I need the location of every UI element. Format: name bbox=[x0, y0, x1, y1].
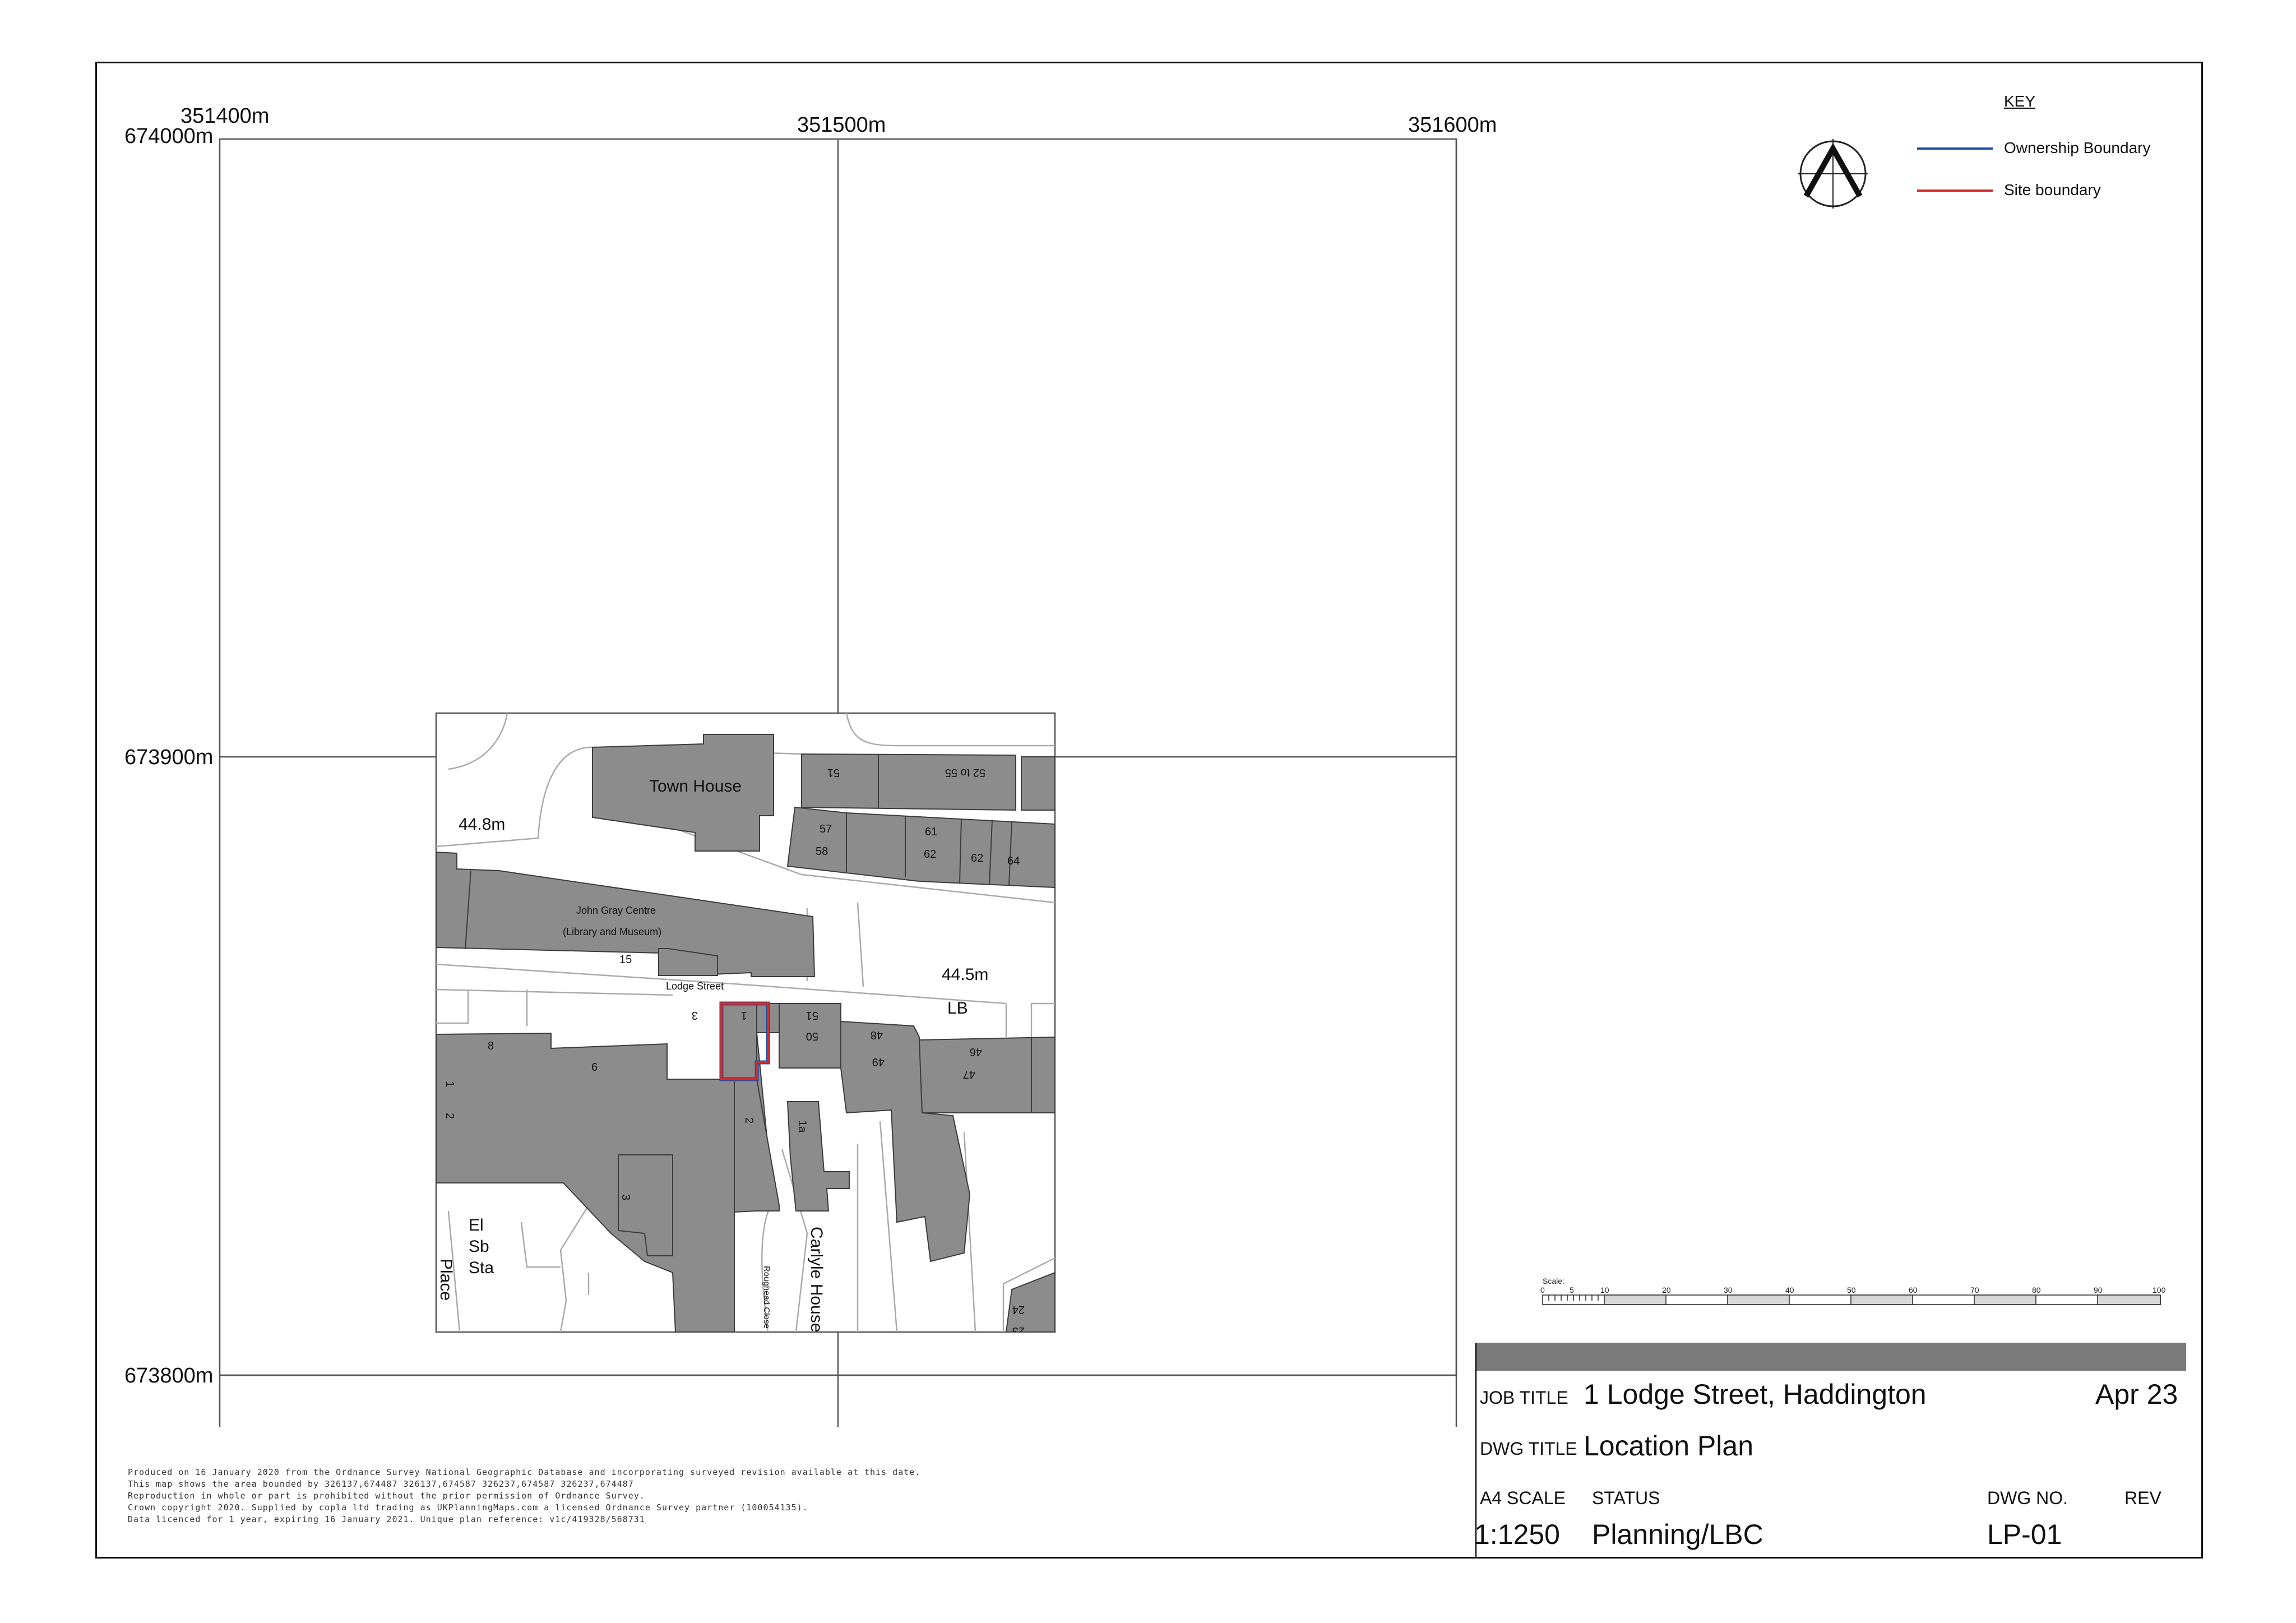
title-block-band bbox=[1476, 1343, 2186, 1371]
label-sb: Sb bbox=[469, 1237, 489, 1256]
label-6: 6 bbox=[591, 1061, 598, 1074]
label-height-east: 44.5m bbox=[942, 965, 988, 984]
scale-tick-30: 30 bbox=[1724, 1286, 1733, 1294]
dwg-no-label: DWG NO. bbox=[1987, 1488, 2068, 1508]
label-place: Place bbox=[437, 1259, 455, 1301]
label-51-top: 51 bbox=[827, 766, 840, 779]
scale-bar bbox=[1542, 1294, 2161, 1305]
label-1a: 1a bbox=[796, 1120, 808, 1133]
label-23: 23 bbox=[1012, 1325, 1025, 1337]
label-46: 46 bbox=[970, 1046, 982, 1058]
label-24: 24 bbox=[1012, 1303, 1025, 1316]
scale-tick-80: 80 bbox=[2032, 1286, 2041, 1294]
label-john-gray-1: John Gray Centre bbox=[576, 905, 656, 916]
label-height-west: 44.8m bbox=[459, 815, 505, 834]
footer-line-3: Reproduction in whole or part is prohibi… bbox=[128, 1491, 645, 1501]
label-1-site: 1 bbox=[741, 1009, 747, 1021]
label-el: El bbox=[469, 1216, 484, 1234]
status-value: Planning/LBC bbox=[1592, 1519, 1763, 1550]
label-1-west: 1 bbox=[443, 1081, 456, 1087]
key-title: KEY bbox=[2004, 93, 2036, 110]
label-sta: Sta bbox=[469, 1259, 494, 1277]
northing-label-673800: 673800m bbox=[124, 1364, 214, 1388]
scale-tick-0: 0 bbox=[1540, 1286, 1545, 1294]
label-50: 50 bbox=[806, 1030, 818, 1042]
footer-line-5: Data licenced for 1 year, expiring 16 Ja… bbox=[128, 1514, 645, 1524]
rev-label: REV bbox=[2124, 1488, 2161, 1508]
scale-tick-60: 60 bbox=[1909, 1286, 1918, 1294]
scale-tick-70: 70 bbox=[1970, 1286, 1979, 1294]
building-east-top bbox=[1021, 756, 1055, 811]
scale-tick-40: 40 bbox=[1785, 1286, 1794, 1294]
scale-bar-labels: Scale: 0 5 10 20 30 40 50 60 70 80 90 10… bbox=[1540, 1277, 2166, 1294]
scale-tick-20: 20 bbox=[1662, 1286, 1671, 1294]
scale-tick-50: 50 bbox=[1847, 1286, 1856, 1294]
label-48: 48 bbox=[871, 1029, 883, 1041]
scale-tick-100: 100 bbox=[2152, 1286, 2166, 1294]
scale-tick-90: 90 bbox=[2094, 1286, 2103, 1294]
northing-label-673900: 673900m bbox=[124, 746, 214, 769]
footer-line-2: This map shows the area bounded by 32613… bbox=[128, 1479, 634, 1489]
footer-line-4: Crown copyright 2020. Supplied by copla … bbox=[128, 1502, 808, 1513]
building-51-55 bbox=[801, 753, 1016, 811]
label-61: 61 bbox=[925, 826, 937, 838]
label-47: 47 bbox=[963, 1068, 975, 1080]
label-51: 51 bbox=[806, 1009, 818, 1021]
label-3-south: 3 bbox=[619, 1194, 632, 1200]
easting-label-351600: 351600m bbox=[1408, 113, 1497, 137]
dwg-title: Location Plan bbox=[1584, 1430, 1754, 1462]
map-extract: Town House 44.8m 44.5m John Gray Centre … bbox=[435, 712, 1056, 1337]
label-64: 64 bbox=[1007, 855, 1020, 867]
status-label: STATUS bbox=[1592, 1488, 1660, 1508]
label-john-gray-2: (Library and Museum) bbox=[563, 926, 661, 937]
northing-label-674000: 674000m bbox=[124, 124, 214, 148]
easting-label-351500: 351500m bbox=[797, 113, 886, 137]
dwg-title-label: DWG TITLE bbox=[1480, 1439, 1577, 1459]
label-62a: 62 bbox=[924, 848, 936, 861]
job-title-label: JOB TITLE bbox=[1480, 1388, 1568, 1408]
label-15: 15 bbox=[619, 954, 632, 966]
label-lb: LB bbox=[947, 999, 968, 1018]
scale-tick-10: 10 bbox=[1600, 1286, 1609, 1294]
label-2-west: 2 bbox=[443, 1113, 456, 1119]
label-57: 57 bbox=[820, 823, 832, 835]
scale-value: 1:1250 bbox=[1474, 1519, 1560, 1550]
label-lodge-street: Lodge Street bbox=[666, 981, 724, 992]
building-46-47 bbox=[918, 1036, 1055, 1113]
label-town-house: Town House bbox=[649, 777, 742, 796]
key-site-label: Site boundary bbox=[2004, 181, 2101, 198]
label-49: 49 bbox=[872, 1056, 885, 1068]
drawing-date: Apr 23 bbox=[2095, 1379, 2178, 1410]
job-title: 1 Lodge Street, Haddington bbox=[1584, 1379, 1927, 1410]
label-62b: 62 bbox=[971, 852, 983, 864]
scale-label: A4 SCALE bbox=[1480, 1488, 1566, 1508]
scale-tick-5: 5 bbox=[1570, 1286, 1574, 1294]
scale-title: Scale: bbox=[1543, 1277, 1564, 1286]
location-map: Town House 44.8m 44.5m John Gray Centre … bbox=[219, 138, 2186, 1559]
label-8: 8 bbox=[488, 1040, 494, 1052]
footer-line-1: Produced on 16 January 2020 from the Ord… bbox=[128, 1467, 921, 1477]
label-roughead-close: Roughead Close bbox=[762, 1266, 771, 1329]
label-58: 58 bbox=[816, 845, 828, 858]
north-arrow-icon bbox=[1798, 139, 1868, 209]
dwg-no-value: LP-01 bbox=[1987, 1519, 2062, 1550]
label-3-top: 3 bbox=[692, 1009, 698, 1021]
label-52-to-55: 52 to 55 bbox=[945, 766, 985, 779]
key-ownership-label: Ownership Boundary bbox=[2004, 139, 2151, 156]
label-2: 2 bbox=[743, 1117, 755, 1123]
label-carlyle-house: Carlyle House bbox=[807, 1227, 826, 1332]
